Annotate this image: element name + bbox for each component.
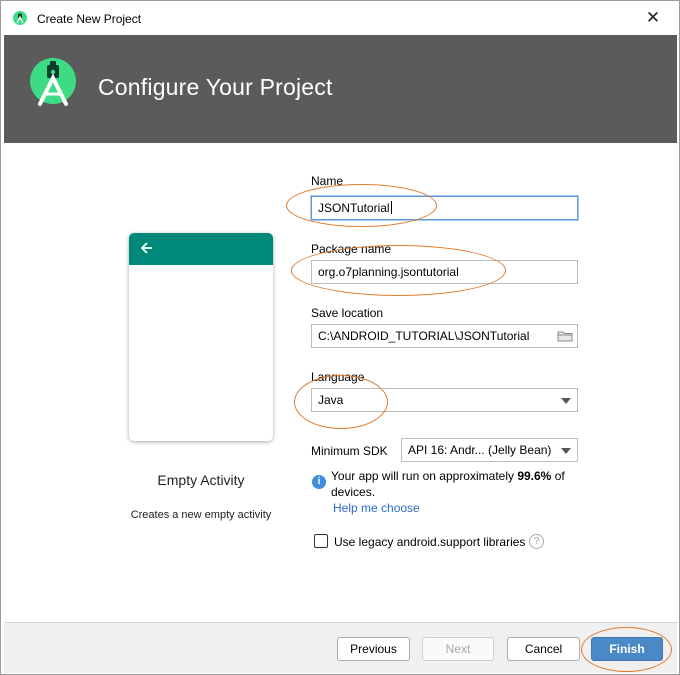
help-me-choose-link[interactable]: Help me choose bbox=[333, 501, 420, 515]
min-sdk-label: Minimum SDK bbox=[311, 444, 388, 458]
min-sdk-select[interactable]: API 16: Andr... (Jelly Bean) bbox=[401, 438, 578, 462]
coverage-percent: 99.6% bbox=[517, 469, 552, 483]
chevron-down-icon bbox=[561, 398, 571, 404]
finish-button[interactable]: Finish bbox=[591, 637, 663, 661]
info-text-before: Your app will run on approximately bbox=[331, 469, 518, 483]
template-preview bbox=[129, 233, 273, 441]
info-icon: i bbox=[312, 475, 326, 489]
language-value: Java bbox=[318, 393, 344, 407]
cancel-button[interactable]: Cancel bbox=[507, 637, 580, 661]
name-input[interactable]: JSONTutorial bbox=[311, 196, 578, 220]
name-label: Name bbox=[311, 174, 344, 188]
min-sdk-value: API 16: Andr... (Jelly Bean) bbox=[408, 443, 552, 457]
close-icon: ✕ bbox=[645, 8, 661, 27]
save-location-input[interactable]: C:\ANDROID_TUTORIAL\JSONTutorial bbox=[311, 324, 578, 348]
dialog-footer: Previous Next Cancel Finish bbox=[4, 623, 677, 673]
window-title: Create New Project bbox=[37, 12, 142, 26]
sdk-coverage-info: Your app will run on approximately 99.6%… bbox=[331, 468, 581, 500]
previous-button[interactable]: Previous bbox=[337, 637, 410, 661]
language-select[interactable]: Java bbox=[311, 388, 578, 412]
question-mark-icon[interactable]: ? bbox=[529, 534, 544, 549]
template-description: Creates a new empty activity bbox=[130, 509, 272, 521]
preview-app-bar bbox=[129, 233, 273, 265]
page-title: Configure Your Project bbox=[98, 74, 333, 100]
text-caret bbox=[390, 201, 392, 214]
create-project-dialog: Create New Project ✕ Configure Your Proj… bbox=[0, 0, 680, 675]
android-studio-logo bbox=[30, 58, 76, 106]
legacy-support-checkbox[interactable] bbox=[314, 534, 328, 548]
chevron-down-icon bbox=[561, 448, 571, 454]
legacy-support-label[interactable]: Use legacy android.support libraries bbox=[334, 535, 525, 549]
name-value: JSONTutorial bbox=[318, 201, 390, 215]
close-button[interactable]: ✕ bbox=[641, 7, 665, 29]
language-label: Language bbox=[311, 370, 365, 384]
package-value: org.o7planning.jsontutorial bbox=[318, 265, 459, 279]
next-button[interactable]: Next bbox=[422, 637, 494, 661]
android-studio-icon bbox=[13, 11, 27, 25]
package-input[interactable]: org.o7planning.jsontutorial bbox=[311, 260, 578, 284]
arrow-left-icon bbox=[140, 242, 152, 254]
title-bar: Create New Project ✕ bbox=[1, 1, 679, 35]
save-location-value: C:\ANDROID_TUTORIAL\JSONTutorial bbox=[318, 329, 530, 343]
wizard-header: Configure Your Project bbox=[4, 35, 677, 143]
save-location-label: Save location bbox=[311, 306, 384, 320]
package-label: Package name bbox=[311, 242, 392, 256]
folder-icon[interactable] bbox=[557, 329, 573, 343]
template-name: Empty Activity bbox=[157, 472, 245, 488]
